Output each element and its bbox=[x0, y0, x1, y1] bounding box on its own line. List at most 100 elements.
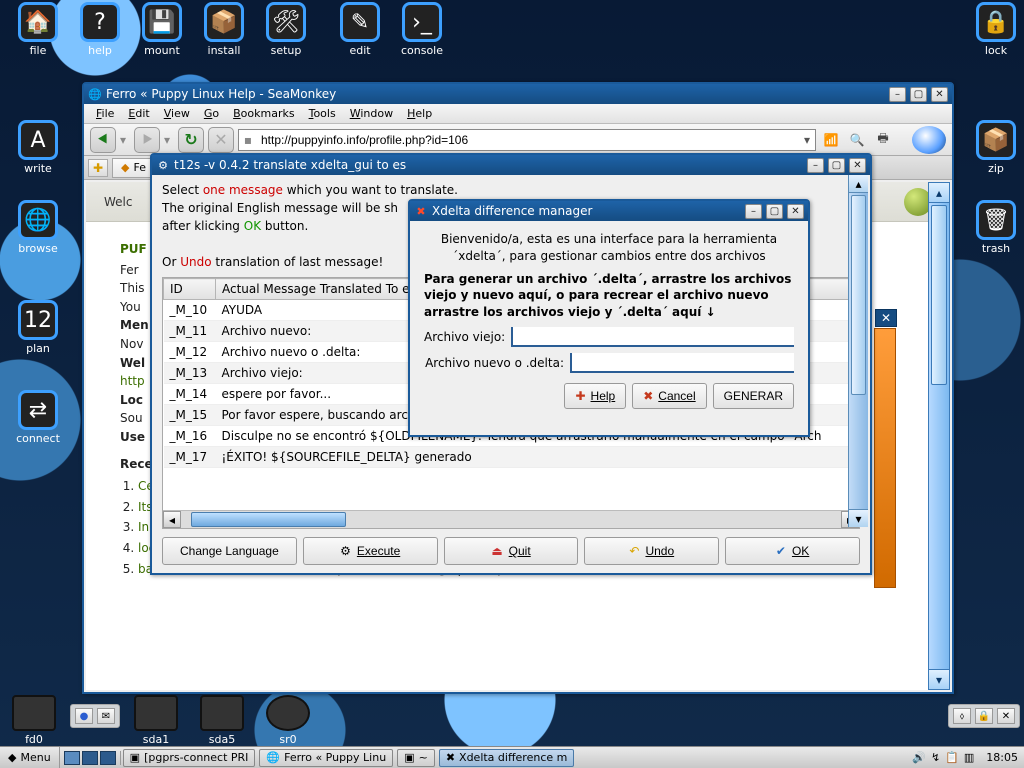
panel-close-button[interactable]: ✕ bbox=[875, 309, 897, 327]
feed-icon[interactable]: 📶 bbox=[820, 129, 842, 151]
throbber-icon bbox=[912, 126, 946, 154]
print-icon[interactable]: 🖶 bbox=[872, 129, 894, 151]
t12s-titlebar[interactable]: ⚙ t12s -v 0.4.2 translate xdelta_gui to … bbox=[152, 155, 870, 175]
scroll-up-icon[interactable]: ▴ bbox=[849, 175, 868, 193]
drive-sda1[interactable]: sda1 bbox=[126, 695, 186, 746]
back-button[interactable]: ⯇ bbox=[90, 127, 116, 153]
scroll-down-icon[interactable]: ▾ bbox=[849, 509, 868, 527]
browser-tab[interactable]: ◆ Fe bbox=[112, 158, 155, 178]
minimize-button[interactable]: – bbox=[807, 158, 824, 173]
undo-button[interactable]: ↶Undo bbox=[584, 537, 719, 565]
task-button[interactable]: ✖Xdelta difference m bbox=[439, 749, 575, 767]
menu-button[interactable]: ◆Menu bbox=[0, 747, 60, 768]
close-button[interactable]: ✕ bbox=[931, 87, 948, 102]
seamonkey-app-icon: 🌐 bbox=[88, 87, 102, 101]
desktop-icon-edit[interactable]: ✎edit bbox=[330, 2, 390, 57]
desktop-icon-browse[interactable]: 🌐browse bbox=[8, 200, 68, 255]
clipboard-icon[interactable]: 📋 bbox=[945, 751, 959, 764]
hscrollbar[interactable]: ◂ ▸ bbox=[163, 510, 859, 528]
help-button[interactable]: ✚Help bbox=[564, 383, 626, 409]
new-file-input[interactable] bbox=[570, 353, 794, 373]
menu-window[interactable]: Window bbox=[344, 105, 399, 122]
scroll-thumb[interactable] bbox=[931, 205, 947, 385]
task-button[interactable]: ▣[pgprs-connect PRI bbox=[123, 749, 256, 767]
menu-tools[interactable]: Tools bbox=[303, 105, 342, 122]
ok-button[interactable]: ✔OK bbox=[725, 537, 860, 565]
menu-bookmarks[interactable]: Bookmarks bbox=[227, 105, 300, 122]
change-language-button[interactable]: Change Language bbox=[162, 537, 297, 565]
search-icon[interactable]: 🔍 bbox=[846, 129, 868, 151]
desktop-icon-console[interactable]: ›_console bbox=[392, 2, 452, 57]
execute-button[interactable]: ⚙Execute bbox=[303, 537, 438, 565]
seamonkey-titlebar[interactable]: 🌐 Ferro « Puppy Linux Help - SeaMonkey –… bbox=[84, 84, 952, 104]
drive-dot-icon[interactable]: ● bbox=[75, 708, 93, 724]
close-button[interactable]: ✕ bbox=[787, 204, 804, 219]
menu-edit[interactable]: Edit bbox=[122, 105, 155, 122]
maximize-button[interactable]: ▢ bbox=[766, 204, 783, 219]
desktop-icon-write[interactable]: Awrite bbox=[8, 120, 68, 175]
generate-button[interactable]: GENERAR bbox=[713, 383, 794, 409]
quit-button[interactable]: ⏏Quit bbox=[444, 537, 579, 565]
table-row[interactable]: _M_17¡ÉXITO! ${SOURCEFILE_DELTA} generad… bbox=[164, 447, 859, 468]
scroll-down-icon[interactable]: ▾ bbox=[929, 669, 949, 689]
task-button[interactable]: 🌐Ferro « Puppy Linu bbox=[259, 749, 393, 767]
drive-bar: fd0 ● ✉ sda1 sda5 sr0 ⬨ 🔒 ✕ bbox=[0, 688, 1024, 746]
stop-button[interactable]: ✕ bbox=[208, 127, 234, 153]
drive-sda5[interactable]: sda5 bbox=[192, 695, 252, 746]
desktop-icon-mount[interactable]: 💾mount bbox=[132, 2, 192, 57]
lock-small-icon[interactable]: 🔒 bbox=[975, 708, 993, 724]
reload-button[interactable]: ↻ bbox=[178, 127, 204, 153]
desktop-icon-trash[interactable]: 🗑trash bbox=[966, 200, 1024, 255]
seamonkey-menubar[interactable]: FileEditViewGoBookmarksToolsWindowHelp bbox=[84, 104, 952, 124]
task-button[interactable]: ▣~ bbox=[397, 749, 435, 767]
desktop-icon-lock[interactable]: 🔒lock bbox=[966, 2, 1024, 57]
scroll-thumb[interactable] bbox=[851, 195, 866, 395]
network-icon[interactable]: ↯ bbox=[931, 751, 940, 764]
minimize-button[interactable]: – bbox=[889, 87, 906, 102]
mail-icon[interactable]: ✉ bbox=[97, 708, 115, 724]
desktop-icon-help[interactable]: ?help bbox=[70, 2, 130, 57]
menu-file[interactable]: File bbox=[90, 105, 120, 122]
menu-go[interactable]: Go bbox=[198, 105, 225, 122]
workspace-3[interactable] bbox=[100, 751, 116, 765]
desktop-icon-file[interactable]: 🏠file bbox=[8, 2, 68, 57]
connect-icon[interactable]: ⬨ bbox=[953, 708, 971, 724]
workspace-1[interactable] bbox=[64, 751, 80, 765]
xdelta-titlebar[interactable]: ✖ Xdelta difference manager – ▢ ✕ bbox=[410, 201, 808, 221]
menu-view[interactable]: View bbox=[158, 105, 196, 122]
forward-button[interactable]: ⯈ bbox=[134, 127, 160, 153]
address-bar[interactable]: ▪ ▾ bbox=[238, 129, 816, 151]
hscroll-thumb[interactable] bbox=[191, 512, 346, 527]
desktop-icon-install[interactable]: 📦install bbox=[194, 2, 254, 57]
hdd-icon bbox=[134, 695, 178, 731]
workspace-2[interactable] bbox=[82, 751, 98, 765]
battery-icon[interactable]: ▥ bbox=[964, 751, 974, 764]
maximize-button[interactable]: ▢ bbox=[828, 158, 845, 173]
scroll-left-icon[interactable]: ◂ bbox=[163, 511, 181, 528]
seamonkey-scrollbar[interactable]: ▴ ▾ bbox=[928, 182, 950, 690]
desktop-icon-plan[interactable]: 12plan bbox=[8, 300, 68, 355]
cancel-button[interactable]: ✖Cancel bbox=[632, 383, 706, 409]
clock[interactable]: 18:05 bbox=[980, 751, 1024, 764]
maximize-button[interactable]: ▢ bbox=[910, 87, 927, 102]
url-input[interactable] bbox=[257, 130, 799, 150]
desktop-icon-zip[interactable]: 📦zip bbox=[966, 120, 1024, 175]
desktop-icon-setup[interactable]: 🛠setup bbox=[256, 2, 316, 57]
t12s-scrollbar[interactable]: ▴ ▾ bbox=[848, 175, 868, 527]
col-id[interactable]: ID bbox=[164, 279, 216, 300]
edit-icon: ✎ bbox=[340, 2, 380, 42]
drive-fd0[interactable]: fd0 bbox=[4, 695, 64, 746]
new-tab-button[interactable]: ✚ bbox=[88, 159, 108, 177]
pager[interactable] bbox=[60, 751, 121, 765]
volume-icon[interactable]: 🔊 bbox=[912, 751, 926, 764]
drive-sr0[interactable]: sr0 bbox=[258, 695, 318, 746]
drive-right-controls: ⬨ 🔒 ✕ bbox=[948, 704, 1020, 728]
scroll-up-icon[interactable]: ▴ bbox=[929, 183, 949, 203]
desktop-icon-connect[interactable]: ⇄connect bbox=[8, 390, 68, 445]
old-file-input[interactable] bbox=[511, 327, 794, 347]
url-dropdown-icon[interactable]: ▾ bbox=[799, 133, 815, 147]
minimize-button[interactable]: – bbox=[745, 204, 762, 219]
menu-help[interactable]: Help bbox=[401, 105, 438, 122]
close-button[interactable]: ✕ bbox=[849, 158, 866, 173]
close-small-icon[interactable]: ✕ bbox=[997, 708, 1015, 724]
